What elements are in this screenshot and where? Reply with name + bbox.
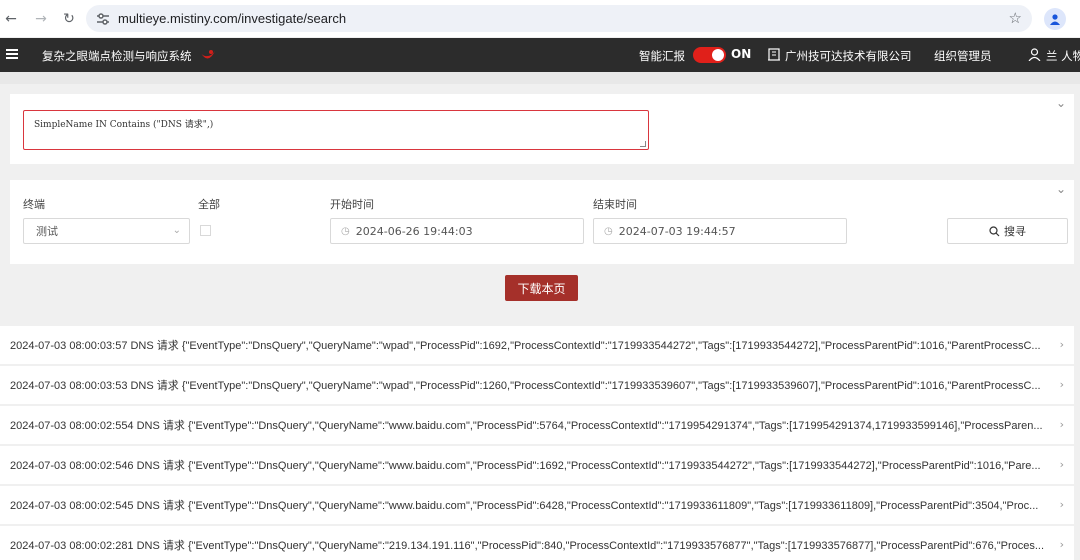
hamburger-menu-icon[interactable]: [6, 47, 18, 61]
company-name[interactable]: 广州技可达技术有限公司: [785, 48, 912, 64]
filter-panel: ⌄ 终端 全部 开始时间 结束时间 测试 ⌄ ◷ 2024-06-26 19:4…: [10, 180, 1074, 264]
start-time-label: 开始时间: [330, 198, 374, 211]
query-panel: ⌄ SimpleName IN Contains ("DNS 请求",): [10, 94, 1074, 164]
query-text[interactable]: SimpleName IN Contains ("DNS 请求",): [34, 120, 213, 130]
search-button[interactable]: 搜寻: [947, 218, 1068, 244]
bookmark-star-icon[interactable]: ☆: [1009, 9, 1022, 27]
list-item[interactable]: 2024-07-03 08:00:02:554 DNS 请求 {"EventTy…: [0, 406, 1074, 444]
clock-icon: ◷: [341, 225, 350, 237]
end-time-value: 2024-07-03 19:44:57: [618, 224, 736, 238]
query-input[interactable]: SimpleName IN Contains ("DNS 请求",): [23, 110, 649, 150]
chevron-right-icon[interactable]: ›: [1060, 538, 1064, 551]
download-page-button[interactable]: 下载本页: [505, 275, 578, 301]
result-text: 2024-07-03 08:00:02:546 DNS 请求 {"EventTy…: [10, 460, 1041, 472]
list-item[interactable]: 2024-07-03 08:00:03:53 DNS 请求 {"EventTyp…: [0, 366, 1074, 404]
chevron-down-icon[interactable]: ⌄: [1056, 182, 1066, 196]
terminal-select-value: 测试: [36, 225, 58, 238]
end-time-field[interactable]: ◷ 2024-07-03 19:44:57: [593, 218, 847, 244]
back-arrow-icon[interactable]: ←: [0, 8, 22, 30]
ai-report-label: 智能汇报: [639, 49, 685, 63]
start-time-field[interactable]: ◷ 2024-06-26 19:44:03: [330, 218, 584, 244]
forward-arrow-icon[interactable]: →: [30, 8, 52, 30]
chevron-right-icon[interactable]: ›: [1060, 498, 1064, 511]
chevron-right-icon[interactable]: ›: [1060, 418, 1064, 431]
result-text: 2024-07-03 08:00:03:57 DNS 请求 {"EventTyp…: [10, 340, 1041, 352]
select-all-checkbox[interactable]: [200, 225, 211, 236]
header-divider: [0, 72, 1080, 84]
user-icon: [1028, 48, 1041, 61]
site-info-icon[interactable]: [94, 10, 112, 28]
list-item[interactable]: 2024-07-03 08:00:02:281 DNS 请求 {"EventTy…: [0, 526, 1074, 560]
clock-icon: ◷: [604, 225, 613, 237]
result-text: 2024-07-03 08:00:02:554 DNS 请求 {"EventTy…: [10, 420, 1043, 432]
toggle-state-label: ON: [731, 47, 752, 61]
all-label: 全部: [198, 198, 220, 211]
result-text: 2024-07-03 08:00:02:281 DNS 请求 {"EventTy…: [10, 540, 1045, 552]
terminal-label: 终端: [23, 198, 45, 211]
address-bar[interactable]: multieye.mistiny.com/investigate/search …: [86, 5, 1032, 32]
chevron-right-icon[interactable]: ›: [1060, 378, 1064, 391]
chevron-down-icon[interactable]: ⌄: [1056, 96, 1066, 110]
user-name[interactable]: 兰 人物: [1046, 48, 1080, 64]
list-item[interactable]: 2024-07-03 08:00:02:545 DNS 请求 {"EventTy…: [0, 486, 1074, 524]
user-role[interactable]: 组织管理员: [934, 48, 992, 64]
terminal-select[interactable]: 测试 ⌄: [23, 218, 190, 244]
result-text: 2024-07-03 08:00:02:545 DNS 请求 {"EventTy…: [10, 500, 1039, 512]
end-time-label: 结束时间: [593, 198, 637, 211]
ai-report-toggle[interactable]: [693, 47, 726, 63]
app-title: 复杂之眼端点检测与响应系统: [42, 49, 192, 63]
chevron-right-icon[interactable]: ›: [1060, 458, 1064, 471]
profile-icon[interactable]: [1044, 8, 1066, 30]
search-button-label: 搜寻: [1004, 225, 1026, 238]
start-time-value: 2024-06-26 19:44:03: [355, 224, 473, 238]
url-text[interactable]: multieye.mistiny.com/investigate/search: [118, 11, 346, 26]
search-icon: [989, 225, 1000, 236]
result-text: 2024-07-03 08:00:03:53 DNS 请求 {"EventTyp…: [10, 380, 1041, 392]
list-item[interactable]: 2024-07-03 08:00:02:546 DNS 请求 {"EventTy…: [0, 446, 1074, 484]
reload-icon[interactable]: ↻: [58, 8, 80, 30]
chevron-down-icon: ⌄: [172, 225, 181, 236]
app-header: 复杂之眼端点检测与响应系统 智能汇报 ON 广州技可达技术有限公司 组织管理员 …: [0, 38, 1080, 72]
resize-handle-icon[interactable]: [640, 141, 646, 147]
chevron-right-icon[interactable]: ›: [1060, 338, 1064, 351]
results-list: 2024-07-03 08:00:03:57 DNS 请求 {"EventTyp…: [0, 326, 1080, 560]
list-item[interactable]: 2024-07-03 08:00:03:57 DNS 请求 {"EventTyp…: [0, 326, 1074, 364]
browser-toolbar: ← → ↻ multieye.mistiny.com/investigate/s…: [0, 0, 1080, 37]
building-icon: [768, 48, 780, 61]
eye-logo-icon: [201, 50, 215, 59]
